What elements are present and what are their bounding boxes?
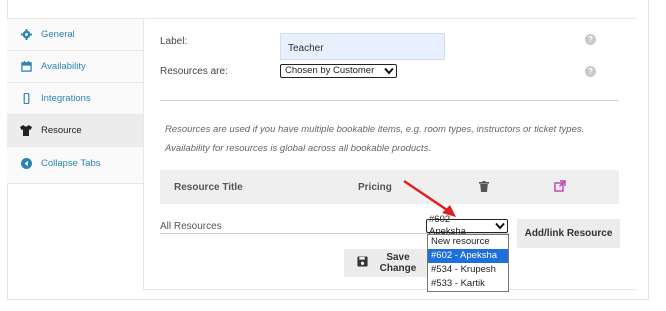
trash-icon[interactable] xyxy=(479,181,489,195)
col-pricing: Pricing xyxy=(358,182,392,193)
tab-general[interactable]: General xyxy=(7,19,143,51)
help-icon[interactable]: ? xyxy=(585,66,596,77)
save-icon xyxy=(357,256,368,270)
content-left-border xyxy=(143,18,144,290)
content-bottom-border xyxy=(143,289,637,290)
tab-integrations[interactable]: Integrations xyxy=(7,83,143,115)
save-label: Save Change xyxy=(379,252,417,274)
all-resources-label: All Resources xyxy=(160,221,222,232)
col-resource-title: Resource Title xyxy=(174,182,243,193)
content-top-border xyxy=(145,18,637,19)
resource-table-header: Resource Title Pricing xyxy=(160,170,619,204)
dropdown-option-selected[interactable]: #602 - Apeksha xyxy=(428,249,508,263)
save-changes-button[interactable]: Save Change xyxy=(344,249,428,277)
tab-availability[interactable]: Availability xyxy=(7,51,143,83)
collapse-icon xyxy=(20,157,32,169)
dropdown-option[interactable]: New resource xyxy=(428,235,508,249)
label-field-label: Label: xyxy=(160,36,188,47)
calendar-icon xyxy=(20,61,32,73)
resource-dropdown-list: New resource #602 - Apeksha #534 - Krupe… xyxy=(427,234,509,292)
section-divider xyxy=(160,100,619,101)
tab-collapse[interactable]: Collapse Tabs xyxy=(7,147,143,179)
mobile-icon xyxy=(20,93,32,105)
external-link-icon[interactable] xyxy=(554,180,566,195)
tab-label: Resource xyxy=(41,125,82,136)
resources-note: Resources are used if you have multiple … xyxy=(165,124,585,154)
shirt-icon xyxy=(20,125,32,137)
tab-label: Availability xyxy=(41,61,86,72)
dropdown-option[interactable]: #534 - Krupesh xyxy=(428,263,508,277)
help-icon[interactable]: ? xyxy=(585,34,596,45)
dropdown-option[interactable]: #533 - Kartik xyxy=(428,277,508,291)
chevron-down-icon xyxy=(495,222,505,230)
tab-label: General xyxy=(41,29,75,40)
sidebar: General Availability Integrations Resour… xyxy=(7,18,143,184)
label-input[interactable]: Teacher xyxy=(280,33,445,60)
resource-select[interactable]: #602 - Apeksha xyxy=(426,214,508,237)
tab-resource[interactable]: Resource xyxy=(7,115,143,147)
gear-icon xyxy=(20,29,32,41)
tab-label: Collapse Tabs xyxy=(41,157,101,169)
resources-are-select[interactable]: Chosen by Customer xyxy=(280,64,397,78)
add-link-resource-button[interactable]: Add/link Resource xyxy=(517,219,620,248)
select-value: Chosen by Customer xyxy=(285,65,375,76)
resources-are-label: Resources are: xyxy=(160,66,228,77)
tab-label: Integrations xyxy=(41,93,91,104)
chevron-down-icon xyxy=(384,67,394,75)
